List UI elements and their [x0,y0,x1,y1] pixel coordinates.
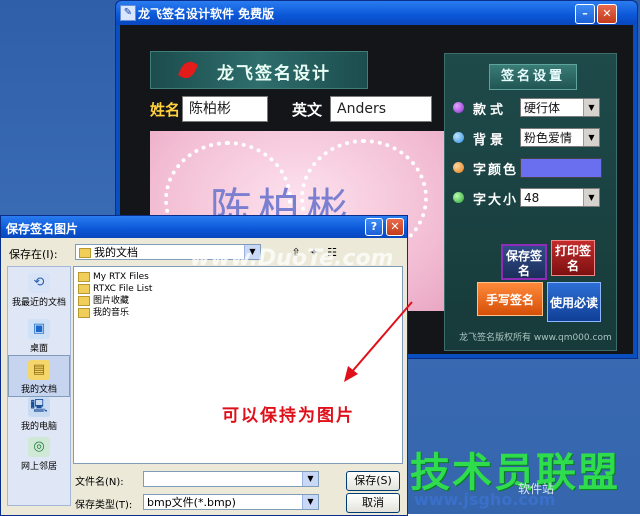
name-label: 姓名 [150,101,181,119]
folder-icon [78,307,90,318]
english-label: 英文 [292,101,323,119]
style-value: 硬行体 [524,101,561,115]
filename-label: 文件名(N): [75,477,124,488]
style-bullet-icon [453,102,464,113]
minimize-button[interactable]: – [575,4,595,24]
save-in-label: 保存在(I): [9,248,58,261]
font-size-value: 48 [524,191,540,205]
folder-icon [79,248,91,258]
chevron-down-icon[interactable]: ▼ [302,495,318,509]
annotation-arrow [344,301,413,382]
handwrite-signature-button[interactable]: 手写签名 [477,282,543,316]
copyright-text: 龙飞签名版权所有 www.qm000.com [459,333,612,343]
app-titlebar[interactable]: ✎ 龙飞签名设计软件 免费版 – ✕ [116,1,637,25]
chevron-down-icon[interactable]: ▼ [583,189,599,206]
save-in-value: 我的文档 [94,246,138,259]
background-value: 粉色爱情 [524,131,573,145]
desktop-icon: ▣ [28,319,50,339]
settings-panel: 签名设置 款式 硬行体 ▼ 背景 粉色爱情 ▼ 字颜色 字大小 48 ▼ 保存签 [444,53,617,351]
color-bullet-icon [453,162,464,173]
folder-icon [78,295,90,306]
place-desktop[interactable]: ▣ 桌面 [8,319,70,354]
settings-title: 签名设置 [489,64,577,90]
font-color-label: 字颜色 [473,163,519,178]
dialog-title: 保存签名图片 [6,222,79,236]
recent-documents-icon: ⟲ [28,273,50,293]
chevron-down-icon[interactable]: ▼ [583,99,599,116]
chevron-down-icon[interactable]: ▼ [583,129,599,146]
place-label: 我的文档 [20,385,57,395]
size-bullet-icon [453,192,464,203]
center-watermark: www.DuoTe.com [190,246,394,271]
dialog-titlebar[interactable]: 保存签名图片 ? ✕ [1,216,407,238]
network-places-icon: ◎ [28,437,50,457]
app-banner: 龙飞签名设计 [150,51,368,89]
font-size-label: 字大小 [473,193,519,208]
font-size-select[interactable]: 48 ▼ [520,188,600,207]
font-color-swatch[interactable] [520,158,602,178]
must-read-button[interactable]: 使用必读 [547,282,601,322]
english-input[interactable]: Anders [330,96,432,122]
name-input[interactable]: 陈柏彬 [182,96,268,122]
chevron-down-icon[interactable]: ▼ [302,472,318,486]
folder-icon [78,271,90,282]
background-label: 背景 [473,133,508,148]
place-label: 我最近的文档 [11,298,66,308]
place-my-documents[interactable]: ▤ 我的文档 [8,355,70,397]
place-label: 网上邻居 [20,462,57,472]
filetype-select[interactable]: bmp文件(*.bmp) ▼ [143,494,319,510]
app-title: 龙飞签名设计软件 免费版 [138,7,275,21]
background-bullet-icon [453,132,464,143]
dialog-close-button[interactable]: ✕ [386,218,404,236]
my-documents-icon: ▤ [28,360,50,380]
help-button[interactable]: ? [365,218,383,236]
annotation-caption: 可以保持为图片 [222,406,355,426]
app-icon: ✎ [120,5,136,21]
place-network[interactable]: ◎ 网上邻居 [8,437,70,472]
banner-title: 龙飞签名设计 [217,64,331,84]
print-signature-button[interactable]: 打印签名 [551,240,595,276]
list-item[interactable]: 我的音乐 [78,307,129,319]
place-label: 我的电脑 [20,422,57,432]
save-button[interactable]: 保存(S) [346,471,400,491]
feather-logo-icon [177,58,199,82]
filename-input[interactable]: ▼ [143,471,319,487]
background-select[interactable]: 粉色爱情 ▼ [520,128,600,147]
list-item[interactable]: 图片收藏 [78,295,129,307]
style-select[interactable]: 硬行体 ▼ [520,98,600,117]
style-label: 款式 [473,103,508,118]
list-item[interactable]: RTXC File List [78,283,152,295]
save-signature-button[interactable]: 保存签名 [501,244,547,280]
my-computer-icon: 🖳 [28,397,50,417]
close-button[interactable]: ✕ [597,4,617,24]
list-item[interactable]: My RTX Files [78,271,149,283]
cancel-button[interactable]: 取消 [346,493,400,513]
place-recent[interactable]: ⟲ 我最近的文档 [8,273,70,308]
places-bar: ⟲ 我最近的文档 ▣ 桌面 ▤ 我的文档 🖳 我的电脑 ◎ 网上邻居 [7,266,71,506]
place-my-computer[interactable]: 🖳 我的电脑 [8,397,70,432]
folder-icon [78,283,90,294]
place-label: 桌面 [29,344,48,354]
filetype-label: 保存类型(T): [75,500,133,511]
filetype-value: bmp文件(*.bmp) [147,496,236,509]
side-watermark: 软件站 [518,482,555,496]
